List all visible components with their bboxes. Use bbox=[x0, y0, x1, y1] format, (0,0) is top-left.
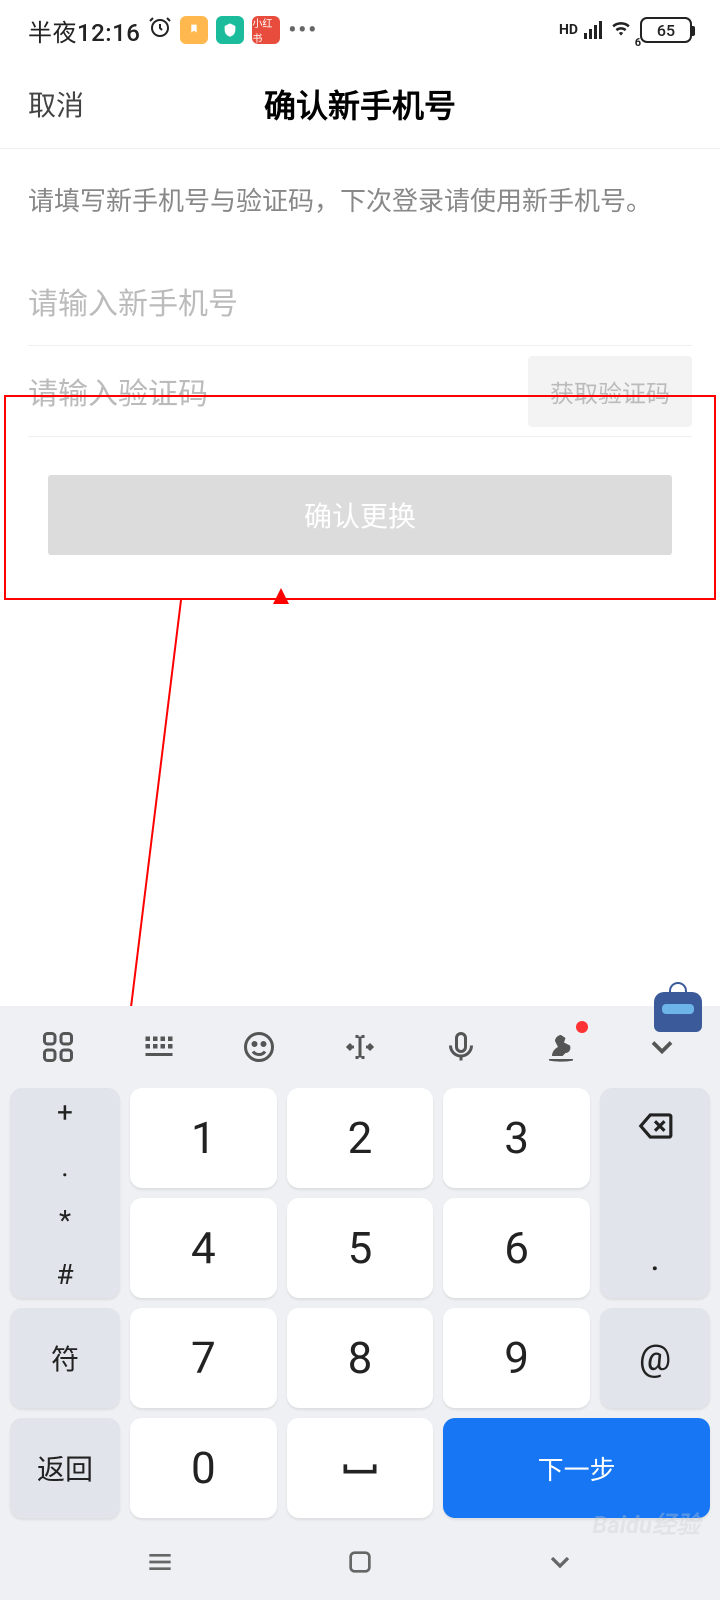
key-0[interactable]: 0 bbox=[130, 1418, 277, 1518]
key-4[interactable]: 4 bbox=[130, 1198, 277, 1298]
code-placeholder: 请输入验证码 bbox=[28, 369, 528, 413]
apps-icon[interactable] bbox=[34, 1023, 82, 1071]
hd-icon: HD bbox=[559, 25, 578, 35]
status-left: 半夜12:16 小红书 ••• bbox=[28, 13, 318, 48]
horse-icon[interactable] bbox=[537, 1023, 585, 1071]
key-next[interactable]: 下一步 bbox=[443, 1418, 710, 1518]
status-bar: 半夜12:16 小红书 ••• HD 6 65 bbox=[0, 0, 720, 60]
notification-dot bbox=[576, 1021, 588, 1033]
cursor-icon[interactable] bbox=[336, 1023, 384, 1071]
key-1[interactable]: 1 bbox=[130, 1088, 277, 1188]
battery-icon: 65 bbox=[640, 17, 692, 43]
code-input-row[interactable]: 请输入验证码 获取验证码 bbox=[28, 346, 692, 436]
divider bbox=[28, 436, 692, 437]
keyboard-grid: +.*# 1 2 3 . 4 5 6 符 7 8 9 @ 返回 0 下一步 bbox=[0, 1088, 720, 1528]
app-icon-1 bbox=[180, 16, 208, 44]
emoji-icon[interactable] bbox=[235, 1023, 283, 1071]
key-back[interactable]: 返回 bbox=[10, 1418, 120, 1518]
alarm-icon bbox=[148, 15, 172, 45]
more-icon: ••• bbox=[288, 18, 318, 43]
key-8[interactable]: 8 bbox=[287, 1308, 434, 1408]
page-header: 取消 确认新手机号 bbox=[0, 60, 720, 148]
signal-icon bbox=[584, 21, 602, 39]
key-2[interactable]: 2 bbox=[287, 1088, 434, 1188]
app-icon-3: 小红书 bbox=[252, 16, 280, 44]
watermark: Baidu经验 bbox=[592, 1505, 700, 1540]
get-code-button[interactable]: 获取验证码 bbox=[528, 356, 692, 427]
key-7[interactable]: 7 bbox=[130, 1308, 277, 1408]
key-symbols-top[interactable]: +.*# bbox=[10, 1088, 120, 1298]
key-sym[interactable]: 符 bbox=[10, 1308, 120, 1408]
key-9[interactable]: 9 bbox=[443, 1308, 590, 1408]
confirm-button[interactable]: 确认更换 bbox=[48, 475, 672, 555]
key-3[interactable]: 3 bbox=[443, 1088, 590, 1188]
key-6[interactable]: 6 bbox=[443, 1198, 590, 1298]
key-at[interactable]: @ bbox=[600, 1308, 710, 1408]
mic-icon[interactable] bbox=[437, 1023, 485, 1071]
backspace-icon bbox=[636, 1107, 674, 1152]
keyboard-toolbar bbox=[0, 1006, 720, 1088]
nav-hide-icon[interactable] bbox=[544, 1546, 576, 1582]
keyboard-switch-icon[interactable] bbox=[135, 1023, 183, 1071]
annotation-arrow bbox=[273, 588, 289, 604]
nav-menu-icon[interactable] bbox=[144, 1546, 176, 1582]
cancel-button[interactable]: 取消 bbox=[28, 84, 84, 124]
key-5[interactable]: 5 bbox=[287, 1198, 434, 1298]
key-backspace-period[interactable]: . bbox=[600, 1088, 710, 1298]
page-title: 确认新手机号 bbox=[264, 81, 456, 127]
app-icon-2 bbox=[216, 16, 244, 44]
instruction-text: 请填写新手机号与验证码，下次登录请使用新手机号。 bbox=[28, 149, 692, 256]
nav-home-icon[interactable] bbox=[344, 1546, 376, 1582]
status-time: 半夜12:16 bbox=[28, 13, 140, 48]
keyboard-robot-icon[interactable] bbox=[654, 992, 702, 1032]
status-right: HD 6 65 bbox=[559, 14, 692, 46]
phone-input-row[interactable]: 请输入新手机号 bbox=[28, 256, 692, 346]
form-content: 请填写新手机号与验证码，下次登录请使用新手机号。 请输入新手机号 请输入验证码 … bbox=[0, 149, 720, 555]
wifi-icon: 6 bbox=[608, 14, 634, 46]
key-space[interactable] bbox=[287, 1418, 434, 1518]
phone-placeholder: 请输入新手机号 bbox=[28, 279, 692, 323]
